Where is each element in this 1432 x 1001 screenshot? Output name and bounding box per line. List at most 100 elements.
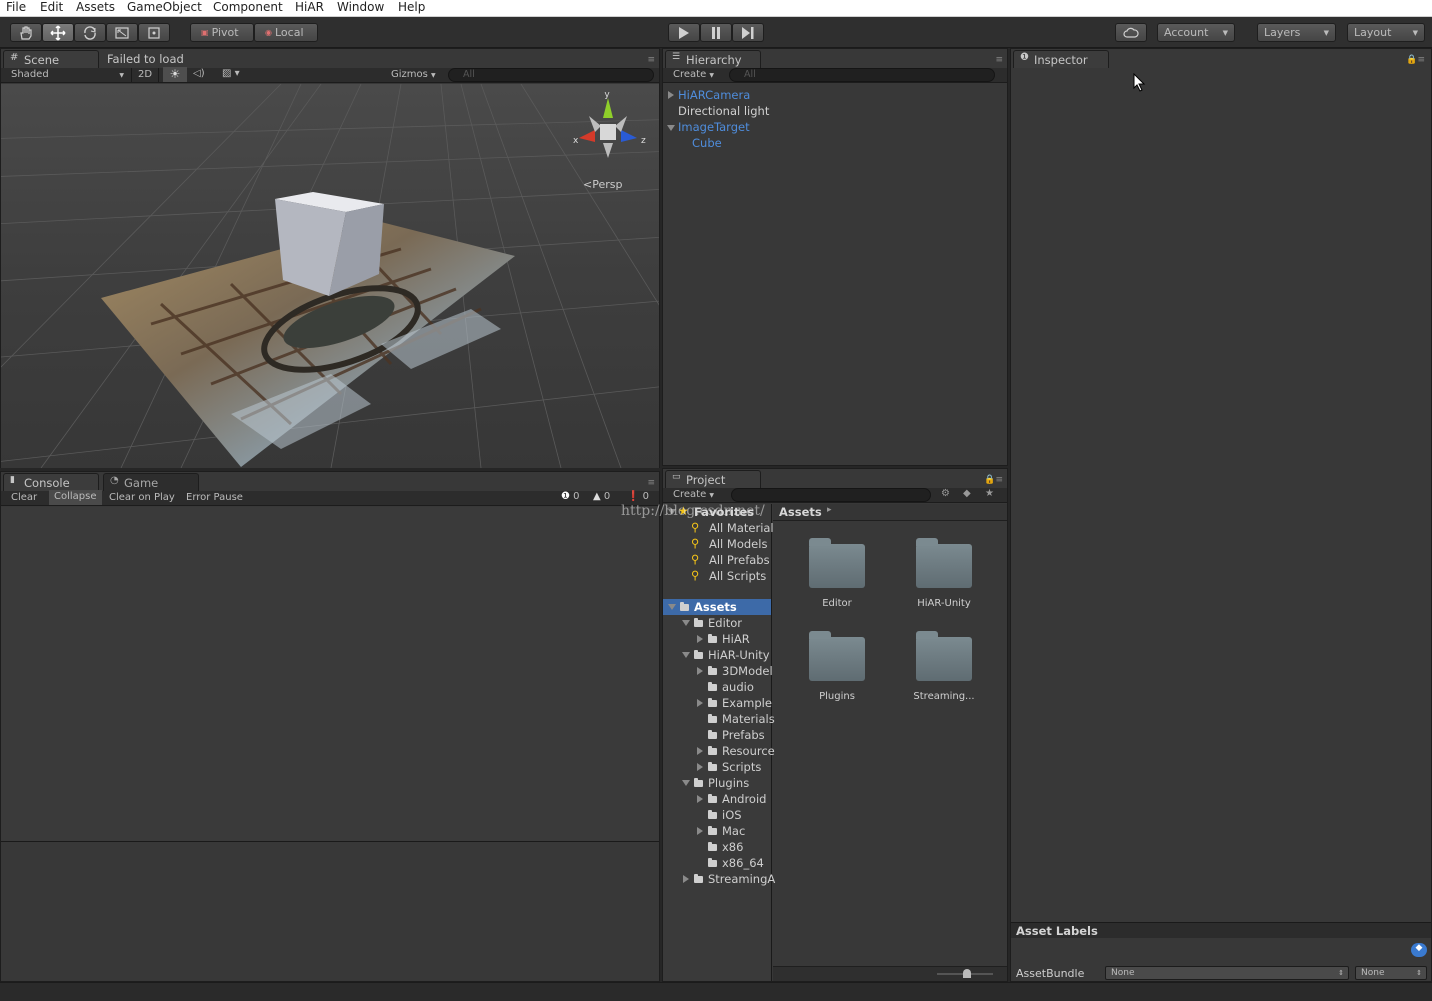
filter-type-icon[interactable]: ⚙ xyxy=(941,488,950,499)
tree-item-hiar-unity[interactable]: HiAR-Unity xyxy=(708,648,770,662)
filter-label-icon[interactable]: ◆ xyxy=(963,488,971,499)
tree-item-x86[interactable]: x86 xyxy=(722,840,743,854)
move-tool-button[interactable] xyxy=(42,23,74,42)
collapse-arrow-icon[interactable] xyxy=(682,780,690,786)
expand-arrow-icon[interactable] xyxy=(697,635,703,643)
grid-folder-streaming[interactable] xyxy=(916,631,972,681)
menu-assets[interactable]: Assets xyxy=(76,0,115,14)
menu-gameobject[interactable]: GameObject xyxy=(127,0,202,14)
project-search-input[interactable] xyxy=(731,488,931,502)
tab-project[interactable]: ▭ Project xyxy=(665,470,761,488)
audio-toggle[interactable]: ◁) xyxy=(193,68,205,79)
hierarchy-search-input[interactable]: All xyxy=(729,68,995,82)
star-icon[interactable]: ★ xyxy=(985,488,994,499)
tree-item-materials[interactable]: Materials xyxy=(722,712,775,726)
expand-arrow-icon[interactable] xyxy=(697,795,703,803)
effects-dropdown[interactable]: ▨ ▾ xyxy=(222,68,240,79)
list-item[interactable]: ImageTarget xyxy=(678,120,750,134)
menu-help[interactable]: Help xyxy=(398,0,425,14)
expand-arrow-icon[interactable] xyxy=(668,91,674,99)
list-item[interactable]: All Models xyxy=(709,537,767,551)
tree-item-mac[interactable]: Mac xyxy=(722,824,745,838)
scene-viewport[interactable]: y x z <Persp xyxy=(1,84,659,468)
menu-component[interactable]: Component xyxy=(213,0,283,14)
panel-menu-icon[interactable]: ≡ xyxy=(647,55,655,65)
expand-arrow-icon[interactable] xyxy=(697,763,703,771)
grid-folder-hiar-unity[interactable] xyxy=(916,538,972,588)
scale-tool-button[interactable] xyxy=(106,23,138,42)
tree-item-hiar[interactable]: HiAR xyxy=(722,632,750,646)
tree-item-audio[interactable]: audio xyxy=(722,680,754,694)
error-filter-toggle[interactable]: ❗ 0 xyxy=(627,491,649,502)
orientation-gizmo[interactable]: y x z xyxy=(563,88,653,178)
rotate-tool-button[interactable] xyxy=(74,23,106,42)
collapse-arrow-icon[interactable] xyxy=(682,620,690,626)
collapse-arrow-icon[interactable] xyxy=(668,604,676,610)
expand-arrow-icon[interactable] xyxy=(697,827,703,835)
breadcrumb-assets[interactable]: Assets xyxy=(779,505,822,519)
asset-bundle-dropdown[interactable]: None ⇕ xyxy=(1105,966,1349,980)
menu-hiar[interactable]: HiAR xyxy=(295,0,324,14)
lock-icon[interactable]: 🔒≡ xyxy=(1406,55,1425,65)
tree-item-ios[interactable]: iOS xyxy=(722,808,742,822)
tab-hierarchy[interactable]: ☰ Hierarchy xyxy=(665,50,761,68)
tree-item-resource[interactable]: Resource xyxy=(722,744,775,758)
project-create-dropdown[interactable]: Create ▼ xyxy=(673,489,714,500)
layers-dropdown[interactable]: Layers ▼ xyxy=(1257,23,1336,42)
account-dropdown[interactable]: Account ▼ xyxy=(1157,23,1235,42)
tree-item-assets[interactable]: Assets xyxy=(694,600,737,614)
tree-item-3dmodel[interactable]: 3DModel xyxy=(722,664,773,678)
tree-item-x86-64[interactable]: x86_64 xyxy=(722,856,764,870)
rect-tool-button[interactable] xyxy=(138,23,170,42)
expand-arrow-icon[interactable] xyxy=(697,667,703,675)
menu-window[interactable]: Window xyxy=(337,0,384,14)
lock-icon[interactable]: 🔒≡ xyxy=(984,475,1003,485)
tab-inspector[interactable]: ❶ Inspector xyxy=(1013,50,1109,68)
scene-search-input[interactable]: All xyxy=(448,68,654,82)
play-button[interactable] xyxy=(668,23,700,42)
tab-scene[interactable]: # Scene xyxy=(3,50,99,68)
hierarchy-create-dropdown[interactable]: Create ▼ xyxy=(673,69,714,80)
persp-label[interactable]: <Persp xyxy=(583,178,622,191)
list-item[interactable]: Cube xyxy=(692,136,722,150)
menu-edit[interactable]: Edit xyxy=(40,0,63,14)
shaded-dropdown[interactable]: Shaded ▼ xyxy=(11,69,126,80)
pause-button[interactable] xyxy=(700,23,732,42)
expand-arrow-icon[interactable] xyxy=(683,875,689,883)
hand-tool-button[interactable] xyxy=(10,23,42,42)
panel-menu-icon[interactable]: ≡ xyxy=(647,478,655,488)
list-item[interactable]: All Material xyxy=(709,521,774,535)
tree-item-android[interactable]: Android xyxy=(722,792,766,806)
layout-dropdown[interactable]: Layout ▼ xyxy=(1347,23,1425,42)
tab-game[interactable]: ◔ Game xyxy=(103,473,199,491)
pivot-toggle[interactable]: ▣ Pivot xyxy=(190,23,254,42)
toggle-2d[interactable]: 2D xyxy=(131,68,159,82)
collapse-toggle[interactable]: Collapse xyxy=(49,490,102,505)
tree-item-plugins[interactable]: Plugins xyxy=(708,776,749,790)
tree-item-prefabs[interactable]: Prefabs xyxy=(722,728,765,742)
gizmos-dropdown[interactable]: Gizmos ▼ xyxy=(391,69,436,80)
warning-filter-toggle[interactable]: ▲ 0 xyxy=(593,491,610,502)
info-filter-toggle[interactable]: ❶ 0 xyxy=(561,491,580,502)
slider-thumb[interactable] xyxy=(963,969,971,978)
tag-icon[interactable]: ◆ xyxy=(1411,943,1427,957)
list-item[interactable]: HiARCamera xyxy=(678,88,750,102)
collapse-arrow-icon[interactable] xyxy=(667,125,675,131)
tree-item-editor[interactable]: Editor xyxy=(708,616,742,630)
list-item[interactable]: Directional light xyxy=(678,104,769,118)
clear-on-play-toggle[interactable]: Clear on Play xyxy=(109,492,175,503)
collapse-arrow-icon[interactable] xyxy=(682,652,690,658)
expand-arrow-icon[interactable] xyxy=(697,747,703,755)
error-pause-toggle[interactable]: Error Pause xyxy=(186,492,243,503)
grid-folder-editor[interactable] xyxy=(809,538,865,588)
grid-folder-plugins[interactable] xyxy=(809,631,865,681)
tree-item-streaming[interactable]: StreamingA xyxy=(708,872,775,886)
list-item[interactable]: All Prefabs xyxy=(709,553,770,567)
console-log-area[interactable] xyxy=(1,507,659,842)
console-detail-area[interactable] xyxy=(1,843,659,981)
tree-item-scripts[interactable]: Scripts xyxy=(722,760,761,774)
step-button[interactable] xyxy=(732,23,764,42)
asset-variant-dropdown[interactable]: None ⇕ xyxy=(1355,966,1427,980)
local-toggle[interactable]: ◉ Local xyxy=(254,23,318,42)
expand-arrow-icon[interactable] xyxy=(697,699,703,707)
